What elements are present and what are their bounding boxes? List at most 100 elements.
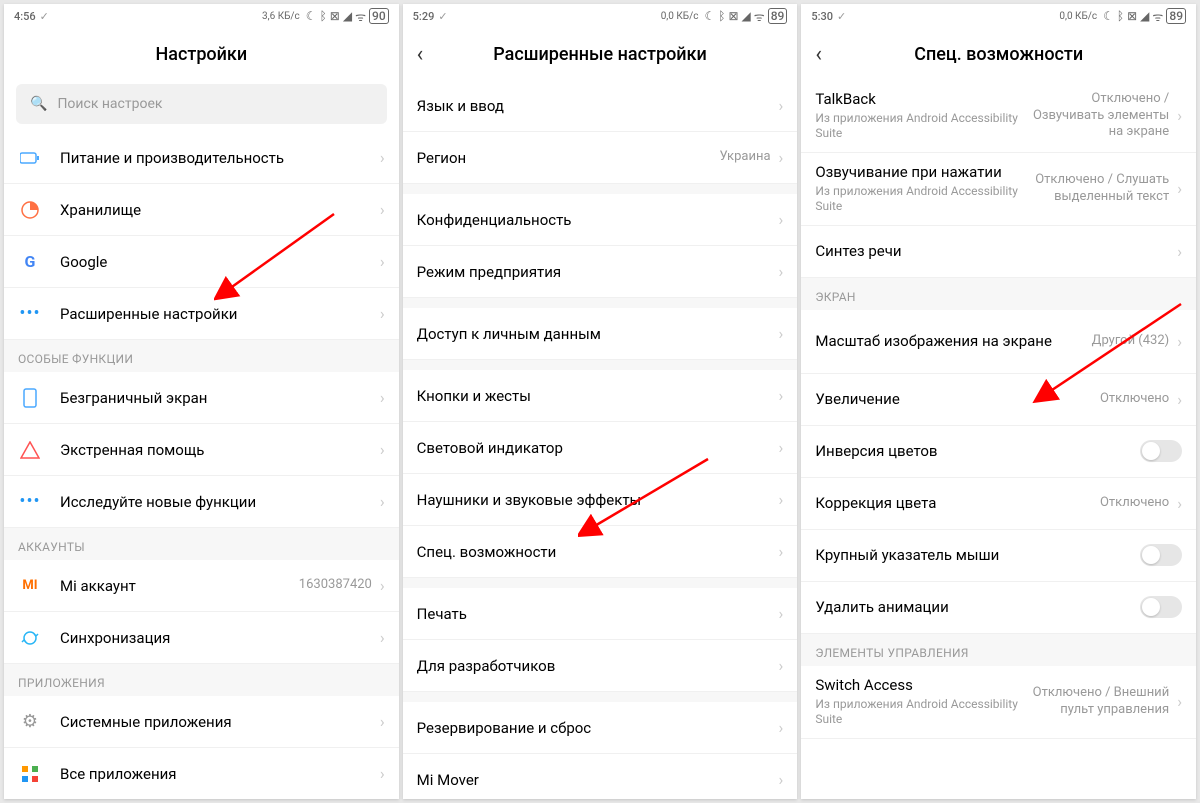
status-time: 5:30 (811, 10, 833, 23)
toggle-switch[interactable] (1140, 596, 1182, 618)
row-region[interactable]: РегионУкраина› (403, 132, 798, 184)
sos-icon (18, 438, 42, 462)
screen-accessibility: 5:30 ✓ 0,0 КБ/с ☾ᛒ⊠◢ᯤ89 ‹ Спец. возможно… (801, 4, 1196, 799)
row-led[interactable]: Световой индикатор› (403, 422, 798, 474)
row-headphones[interactable]: Наушники и звуковые эффекты› (403, 474, 798, 526)
explore-icon: ••• (18, 490, 42, 514)
row-sos[interactable]: Экстренная помощь › (4, 424, 399, 476)
status-check-icon: ✓ (837, 10, 846, 23)
row-system-apps[interactable]: ⚙ Системные приложения › (4, 696, 399, 748)
row-buttons-gestures[interactable]: Кнопки и жесты› (403, 370, 798, 422)
status-icons: ☾ᛒ⊠◢ᯤ90 (306, 8, 389, 25)
back-button[interactable]: ‹ (417, 42, 424, 67)
chevron-right-icon: › (779, 542, 784, 561)
chevron-right-icon: › (380, 200, 385, 219)
chevron-right-icon: › (779, 490, 784, 509)
chevron-right-icon: › (380, 304, 385, 323)
back-button[interactable]: ‹ (815, 42, 822, 67)
page-title: Спец. возможности (914, 44, 1083, 65)
row-remove-animations[interactable]: Удалить анимации (801, 582, 1196, 634)
row-storage[interactable]: Хранилище › (4, 184, 399, 236)
chevron-right-icon: › (779, 262, 784, 281)
chevron-right-icon: › (380, 712, 385, 731)
chevron-right-icon: › (779, 718, 784, 737)
search-input[interactable]: 🔍 Поиск настроек (16, 84, 387, 124)
row-select-to-speak[interactable]: Озвучивание при нажатииИз приложения And… (801, 153, 1196, 226)
row-enterprise[interactable]: Режим предприятия› (403, 246, 798, 298)
status-icons: ☾ᛒ⊠◢ᯤ89 (704, 8, 787, 25)
chevron-right-icon: › (1177, 106, 1182, 125)
google-icon: G (18, 250, 42, 274)
toggle-switch[interactable] (1140, 544, 1182, 566)
row-switch-access[interactable]: Switch AccessИз приложения Android Acces… (801, 666, 1196, 739)
row-power[interactable]: Питание и производительность › (4, 132, 399, 184)
row-mi-account[interactable]: MI Mi аккаунт 1630387420 › (4, 560, 399, 612)
page-header: ‹ Спец. возможности (801, 28, 1196, 80)
row-tts[interactable]: Синтез речи› (801, 226, 1196, 278)
storage-icon (18, 198, 42, 222)
row-sync[interactable]: Синхронизация › (4, 612, 399, 664)
chevron-right-icon: › (380, 576, 385, 595)
section-controls: ЭЛЕМЕНТЫ УПРАВЛЕНИЯ (801, 634, 1196, 666)
row-personal-data[interactable]: Доступ к личным данным› (403, 308, 798, 360)
row-accessibility[interactable]: Спец. возможности› (403, 526, 798, 578)
row-developer[interactable]: Для разработчиков› (403, 640, 798, 692)
status-icons: ☾ᛒ⊠◢ᯤ89 (1103, 8, 1186, 25)
fullscreen-icon (18, 386, 42, 410)
row-all-apps[interactable]: Все приложения › (4, 748, 399, 799)
screen-advanced: 5:29 ✓ 0,0 КБ/с ☾ᛒ⊠◢ᯤ89 ‹ Расширенные на… (403, 4, 798, 799)
section-accounts: АККАУНТЫ (4, 528, 399, 560)
statusbar: 4:56 ✓ 3,6 КБ/с ☾ᛒ⊠◢ᯤ90 (4, 4, 399, 28)
chevron-right-icon: › (779, 210, 784, 229)
status-check-icon: ✓ (438, 10, 447, 23)
chevron-right-icon: › (779, 148, 784, 167)
row-talkback[interactable]: TalkBackИз приложения Android Accessibil… (801, 80, 1196, 153)
chevron-right-icon: › (779, 96, 784, 115)
mi-icon: MI (18, 574, 42, 598)
page-header: ‹ Расширенные настройки (403, 28, 798, 80)
row-explore[interactable]: ••• Исследуйте новые функции › (4, 476, 399, 528)
row-language[interactable]: Язык и ввод› (403, 80, 798, 132)
status-net: 0,0 КБ/с (1059, 11, 1097, 22)
chevron-right-icon: › (779, 770, 784, 789)
battery-icon (18, 146, 42, 170)
row-advanced[interactable]: ••• Расширенные настройки › (4, 288, 399, 340)
gear-icon: ⚙ (18, 710, 42, 734)
apps-icon (18, 762, 42, 786)
row-google[interactable]: G Google › (4, 236, 399, 288)
row-mi-mover[interactable]: Mi Mover› (403, 754, 798, 799)
chevron-right-icon: › (380, 628, 385, 647)
row-fullscreen[interactable]: Безграничный экран › (4, 372, 399, 424)
section-apps: ПРИЛОЖЕНИЯ (4, 664, 399, 696)
row-large-pointer[interactable]: Крупный указатель мыши (801, 530, 1196, 582)
row-print[interactable]: Печать› (403, 588, 798, 640)
section-screen: ЭКРАН (801, 278, 1196, 310)
chevron-right-icon: › (380, 388, 385, 407)
row-color-inversion[interactable]: Инверсия цветов (801, 426, 1196, 478)
chevron-right-icon: › (1177, 179, 1182, 198)
chevron-right-icon: › (380, 764, 385, 783)
chevron-right-icon: › (1177, 494, 1182, 513)
row-display-size[interactable]: Масштаб изображения на экране Другой (43… (801, 310, 1196, 374)
page-title: Расширенные настройки (493, 44, 707, 65)
chevron-right-icon: › (380, 148, 385, 167)
chevron-right-icon: › (779, 386, 784, 405)
chevron-right-icon: › (779, 656, 784, 675)
search-placeholder: Поиск настроек (57, 96, 162, 112)
row-backup-reset[interactable]: Резервирование и сброс› (403, 702, 798, 754)
chevron-right-icon: › (779, 438, 784, 457)
row-color-correction[interactable]: Коррекция цветаОтключено› (801, 478, 1196, 530)
row-privacy[interactable]: Конфиденциальность› (403, 194, 798, 246)
chevron-right-icon: › (779, 604, 784, 623)
statusbar: 5:29 ✓ 0,0 КБ/с ☾ᛒ⊠◢ᯤ89 (403, 4, 798, 28)
section-special: ОСОБЫЕ ФУНКЦИИ (4, 340, 399, 372)
status-check-icon: ✓ (40, 10, 49, 23)
chevron-right-icon: › (1177, 692, 1182, 711)
chevron-right-icon: › (1177, 390, 1182, 409)
status-net: 3,6 КБ/с (262, 11, 300, 22)
chevron-right-icon: › (1177, 332, 1182, 351)
chevron-right-icon: › (380, 492, 385, 511)
more-icon: ••• (18, 302, 42, 326)
row-magnification[interactable]: УвеличениеОтключено› (801, 374, 1196, 426)
toggle-switch[interactable] (1140, 440, 1182, 462)
